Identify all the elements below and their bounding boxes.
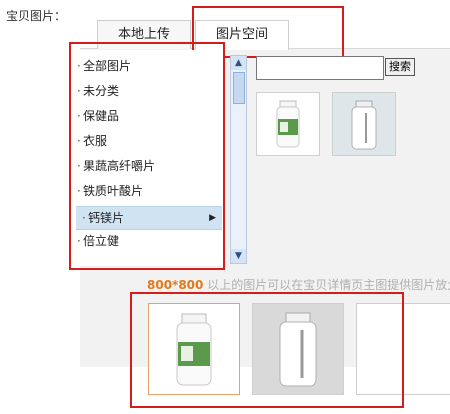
hint-size: 800*800	[147, 278, 204, 292]
search-button[interactable]: 搜索	[385, 58, 415, 76]
bottle-icon	[351, 100, 377, 150]
highlight-box-selected	[130, 292, 404, 408]
hint-text: 以上的图片可以在宝贝详情页主图提供图片放大	[203, 278, 450, 292]
category-scrollbar[interactable]: ▲ ▼	[230, 55, 247, 264]
field-label: 宝贝图片：	[6, 9, 67, 23]
scroll-up-icon[interactable]: ▲	[231, 56, 246, 70]
highlight-box-categories	[69, 42, 225, 270]
scroll-down-icon[interactable]: ▼	[231, 249, 246, 263]
image-thumbnail[interactable]	[256, 92, 320, 156]
bottle-icon	[276, 100, 300, 148]
scroll-thumb[interactable]	[233, 72, 245, 104]
search-input[interactable]	[256, 56, 384, 80]
image-thumbnail[interactable]	[332, 92, 396, 156]
size-hint: 800*800 以上的图片可以在宝贝详情页主图提供图片放大	[147, 276, 450, 293]
